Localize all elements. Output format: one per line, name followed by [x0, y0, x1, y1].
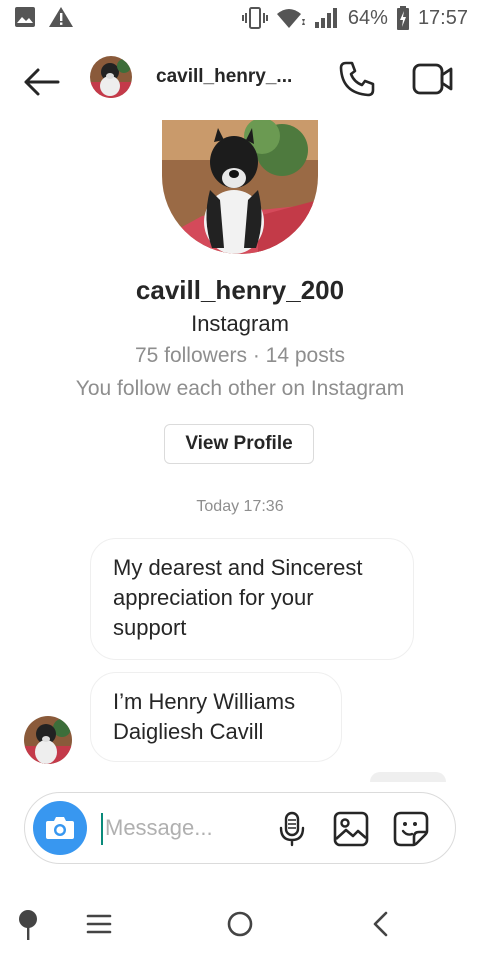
battery-charging-icon	[396, 6, 409, 30]
status-bar: 64% 17:57	[0, 0, 480, 38]
status-time: 17:57	[417, 6, 468, 29]
sticker-icon[interactable]	[393, 811, 429, 847]
profile-subtitle: Instagram	[191, 311, 289, 336]
back-icon[interactable]	[370, 910, 390, 938]
wifi-icon	[276, 9, 305, 28]
sender-avatar[interactable]	[24, 716, 72, 764]
message-bubble[interactable]: My dearest and Sincerest appreciation fo…	[90, 538, 414, 660]
video-camera-icon[interactable]	[412, 62, 454, 96]
profile-username: cavill_henry_200	[135, 275, 345, 305]
assistant-pin-icon[interactable]	[16, 908, 40, 942]
next-message-peek	[370, 772, 446, 782]
back-arrow-icon[interactable]	[22, 64, 62, 100]
home-icon[interactable]	[226, 910, 254, 938]
status-left	[14, 6, 74, 28]
profile-stats: 75 followers · 14 posts	[134, 344, 346, 367]
header-avatar[interactable]	[90, 56, 132, 98]
message-bubble[interactable]: I’m Henry Williams Daigliesh Cavill	[90, 672, 342, 762]
profile-avatar[interactable]	[162, 120, 318, 254]
header-username[interactable]: cavill_henry_...	[156, 66, 292, 88]
phone-icon[interactable]	[338, 60, 376, 98]
camera-button[interactable]	[33, 801, 87, 855]
message-input[interactable]	[101, 809, 265, 847]
recents-icon[interactable]	[86, 912, 112, 936]
vibrate-icon	[241, 7, 268, 29]
status-right: 64% 17:57	[241, 6, 468, 30]
follow-status: You follow each other on Instagram	[75, 377, 405, 400]
camera-icon	[46, 817, 74, 839]
message-composer	[24, 792, 456, 864]
warning-icon	[49, 7, 73, 27]
battery-percent: 64%	[347, 6, 388, 29]
gallery-icon[interactable]	[333, 811, 369, 847]
microphone-icon[interactable]	[277, 811, 307, 847]
system-nav-bar	[0, 890, 480, 960]
signal-icon	[314, 8, 337, 28]
chat-header: cavill_henry_...	[0, 38, 480, 122]
message-timestamp: Today 17:36	[196, 498, 284, 515]
image-icon	[15, 7, 35, 27]
view-profile-button[interactable]: View Profile	[164, 424, 314, 464]
